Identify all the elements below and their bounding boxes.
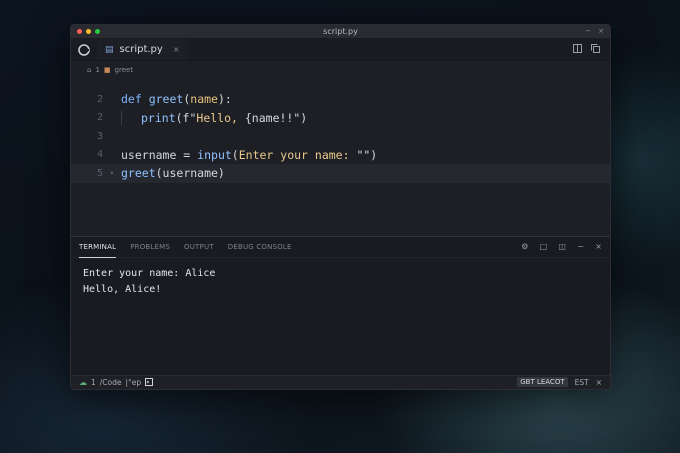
close-icon[interactable]: × (596, 378, 602, 387)
breadcrumb: ⌂ 1 ■ greet (71, 61, 610, 78)
code-token: greet (148, 92, 184, 107)
code-line[interactable]: 2 print(f"Hello, {name!!") (71, 109, 610, 128)
line-number: 2 (96, 112, 103, 124)
terminal-settings-icon[interactable]: ⚙ (521, 242, 528, 251)
tab-script-py[interactable]: ▤ script.py × (97, 39, 188, 60)
status-item[interactable]: |°ep (126, 378, 142, 387)
kill-terminal-icon[interactable]: − (577, 242, 584, 251)
code-line[interactable]: 5 ▾ greet(username) (71, 164, 610, 183)
close-window-button[interactable] (77, 29, 82, 34)
line-number: 2 (96, 93, 103, 105)
breadcrumb-item[interactable]: greet (115, 66, 134, 74)
panel-actions: ⚙ □ ◫ − × (521, 242, 602, 251)
status-right: GBT LEACOT EST × (517, 377, 602, 387)
code-token: "") (356, 147, 378, 162)
status-bar: ☁ 1 /Code |°ep GBT LEACOT EST × (71, 375, 610, 389)
tab-close-icon[interactable]: × (173, 45, 180, 54)
python-file-icon: ▤ (105, 44, 114, 55)
code-token: def (121, 92, 149, 107)
code-token: name (190, 92, 218, 107)
editor-window: script.py − × ▤ script.py × ⌂ 1 ■ greet … (70, 24, 611, 390)
close-icon[interactable]: × (598, 27, 604, 35)
window-title: script.py (323, 27, 358, 36)
tab-label: script.py (119, 44, 163, 55)
close-panel-icon[interactable]: × (595, 242, 602, 251)
code-text: print(f"Hello, {name!!") (121, 110, 308, 125)
breadcrumb-item[interactable]: 1 (95, 66, 99, 74)
tab-bar: ▤ script.py × (71, 39, 610, 61)
maximize-window-button[interactable] (95, 29, 100, 34)
bottom-panel: TERMINAL PROBLEMS OUTPUT DEBUG CONSOLE ⚙… (71, 236, 610, 377)
title-bar: script.py − × (71, 25, 610, 39)
code-text: username = input(Enter your name: "") (121, 148, 377, 162)
code-token: username = (121, 147, 198, 162)
code-text: def greet(name): (121, 92, 232, 106)
folder-icon: ■ (103, 65, 111, 74)
code-line[interactable]: 4 username = input(Enter your name: "") (71, 146, 610, 165)
home-icon: ⌂ (87, 65, 92, 74)
split-terminal-icon[interactable]: ◫ (558, 242, 566, 251)
terminal-line: Enter your name: Alice (83, 268, 216, 279)
fold-gutter[interactable]: ▾ (103, 169, 121, 177)
status-item[interactable]: 1 (91, 378, 96, 387)
minimize-icon[interactable]: − (585, 27, 591, 35)
code-token: ): (217, 92, 232, 107)
minimize-window-button[interactable] (86, 29, 91, 34)
code-editor[interactable]: 2 def greet(name): 2 print(f"Hello, {name!!… (71, 78, 610, 236)
code-token: input (197, 147, 232, 162)
indent-guide (121, 111, 141, 125)
status-item[interactable]: EST (575, 378, 589, 387)
code-line[interactable]: 2 def greet(name): (71, 90, 610, 109)
code-token: ( (231, 147, 239, 162)
copy-icon[interactable] (591, 44, 600, 56)
code-token: Enter your name: (238, 147, 357, 162)
code-token: greet (121, 166, 156, 181)
new-terminal-icon[interactable]: □ (540, 242, 548, 251)
editor-actions (573, 44, 600, 56)
code-line[interactable]: 3 (71, 127, 610, 146)
terminal-status-icon[interactable] (145, 377, 154, 388)
title-controls: − × (585, 27, 604, 35)
code-token: Hello, (196, 110, 245, 125)
terminal-output[interactable]: Enter your name: Alice Hello, Alice! (71, 258, 610, 305)
line-number: 3 (96, 130, 103, 142)
line-number: 4 (96, 149, 103, 161)
tab-debug-console[interactable]: DEBUG CONSOLE (228, 243, 292, 251)
code-token: (f" (175, 110, 197, 125)
status-badge[interactable]: GBT LEACOT (517, 377, 568, 387)
code-text: greet(username) (121, 166, 225, 180)
terminal-line: Hello, Alice! (83, 283, 162, 295)
app-logo-icon[interactable] (71, 39, 97, 60)
line-number: 5 (96, 167, 103, 179)
cloud-icon: ☁ (79, 378, 87, 387)
tab-output[interactable]: OUTPUT (184, 243, 214, 251)
panel-tabs: TERMINAL PROBLEMS OUTPUT DEBUG CONSOLE ⚙… (71, 237, 610, 258)
status-path[interactable]: /Code (100, 378, 122, 387)
tab-problems[interactable]: PROBLEMS (130, 243, 170, 251)
code-token: (username) (155, 166, 225, 181)
code-token: {name!!") (244, 110, 308, 125)
tab-terminal[interactable]: TERMINAL (79, 237, 117, 258)
split-editor-icon[interactable] (573, 44, 582, 56)
window-controls (77, 29, 100, 34)
code-token: print (141, 110, 176, 125)
